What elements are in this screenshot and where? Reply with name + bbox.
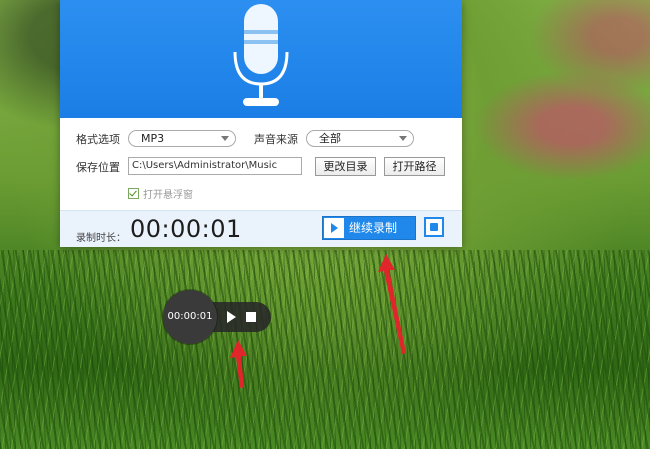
- save-path-field[interactable]: C:\Users\Administrator\Music: [128, 157, 302, 175]
- duration-label: 录制时长：: [76, 233, 126, 244]
- floating-recorder-widget[interactable]: 00:00:01: [163, 290, 271, 346]
- duration-value: 00:00:01: [130, 215, 242, 243]
- floating-timer-circle[interactable]: 00:00:01: [163, 290, 217, 344]
- recorder-window: 格式选项 MP3 声音来源 全部 保存位置 C:\Users\Administr…: [60, 0, 462, 247]
- source-select[interactable]: 全部: [306, 130, 414, 147]
- save-location-label: 保存位置: [76, 161, 120, 174]
- chevron-down-icon: [221, 136, 229, 141]
- play-icon[interactable]: [227, 311, 236, 323]
- format-select-value: MP3: [141, 132, 165, 145]
- format-select[interactable]: MP3: [128, 130, 236, 147]
- source-label: 声音来源: [254, 133, 298, 146]
- chevron-down-icon: [399, 136, 407, 141]
- format-label: 格式选项: [76, 133, 120, 146]
- floating-window-checkbox[interactable]: [128, 188, 139, 199]
- stop-button[interactable]: [424, 217, 444, 237]
- background-grass: [0, 250, 650, 449]
- window-header: [60, 0, 462, 118]
- floating-time: 00:00:01: [167, 311, 213, 322]
- microphone-icon: [233, 4, 289, 106]
- annotation-arrow: [230, 340, 247, 388]
- continue-recording-label: 继续录制: [349, 221, 398, 235]
- annotation-arrow: [378, 254, 406, 354]
- continue-recording-button[interactable]: 继续录制: [322, 216, 416, 240]
- floating-window-option[interactable]: 打开悬浮窗: [128, 186, 193, 201]
- floating-window-label: 打开悬浮窗: [143, 190, 193, 201]
- recording-footer: 录制时长： 00:00:01 继续录制: [60, 210, 462, 247]
- change-directory-button[interactable]: 更改目录: [315, 157, 376, 176]
- stop-icon[interactable]: [246, 312, 256, 322]
- open-path-button[interactable]: 打开路径: [384, 157, 445, 176]
- play-icon: [324, 218, 344, 238]
- source-select-value: 全部: [319, 132, 341, 145]
